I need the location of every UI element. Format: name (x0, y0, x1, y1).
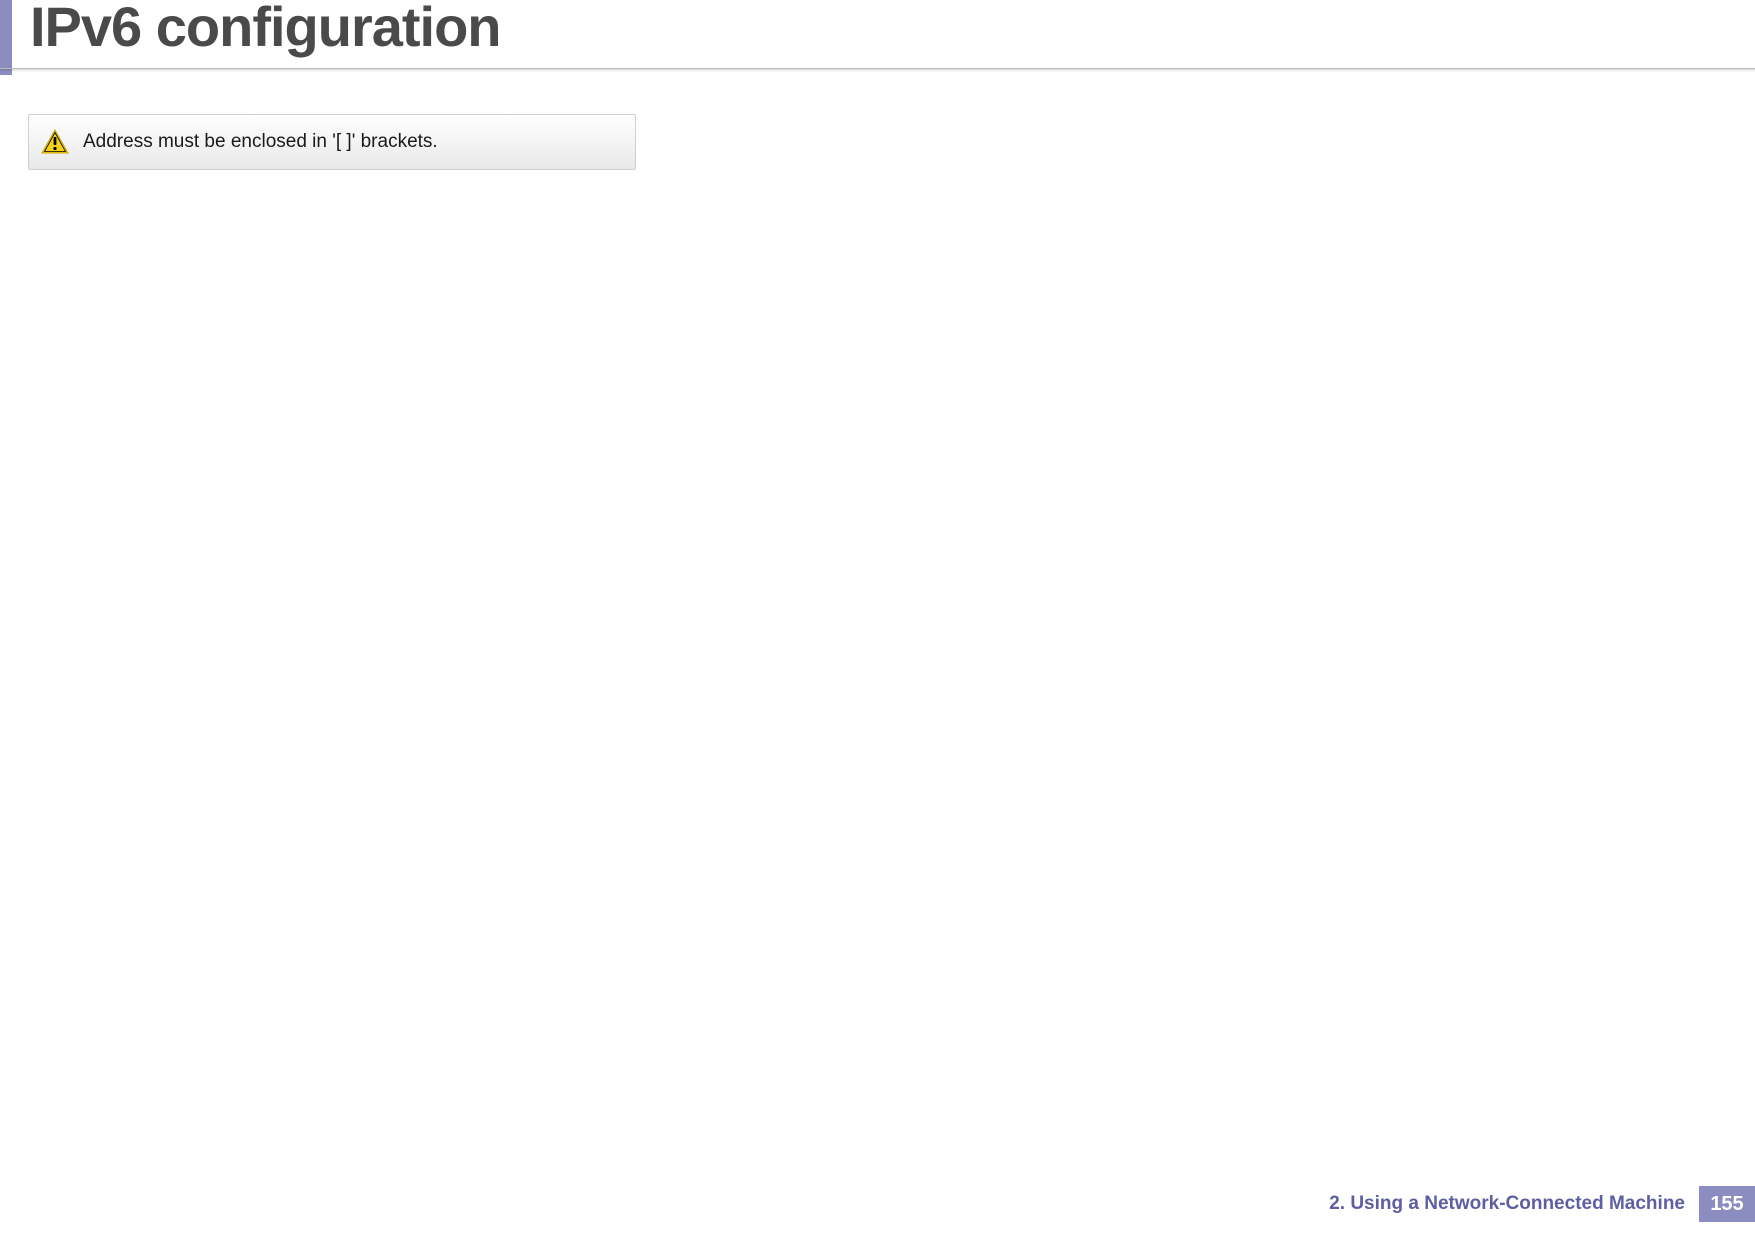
page-number-box: 155 (1699, 1186, 1755, 1222)
caution-text: Address must be enclosed in '[ ]' bracke… (83, 131, 438, 153)
header-area: IPv6 configuration (0, 0, 1755, 72)
accent-bar (0, 0, 12, 75)
page-number: 155 (1710, 1193, 1743, 1216)
title-divider (0, 69, 1755, 72)
page-title: IPv6 configuration (30, 0, 501, 59)
caution-box: Address must be enclosed in '[ ]' bracke… (28, 114, 636, 170)
footer-chapter-text: 2. Using a Network-Connected Machine (1329, 1193, 1685, 1215)
title-bar: IPv6 configuration (0, 0, 1755, 75)
footer-area: 2. Using a Network-Connected Machine 155 (1329, 1186, 1755, 1222)
content-area: Address must be enclosed in '[ ]' bracke… (0, 72, 1755, 170)
caution-icon (41, 129, 69, 155)
